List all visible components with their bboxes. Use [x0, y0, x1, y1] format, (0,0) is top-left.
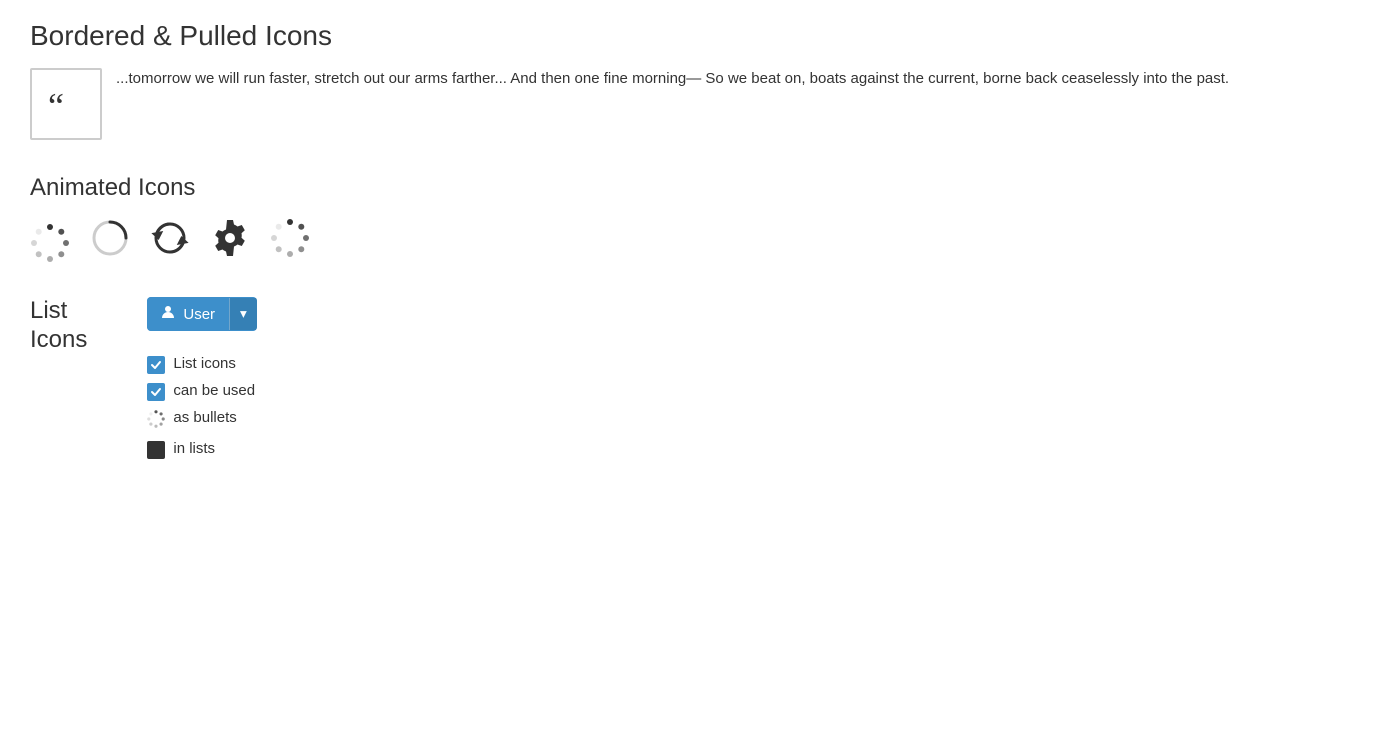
- checkbox-checked-icon-1: [147, 356, 165, 374]
- quote-bordered-icon: “: [30, 68, 102, 140]
- user-caret-button[interactable]: ▾: [229, 298, 257, 330]
- bordered-section-title: Bordered & Pulled Icons: [30, 20, 1366, 52]
- list-item-4: in lists: [147, 440, 256, 459]
- list-item-1: List icons: [147, 355, 256, 374]
- pulse-dots-icon: [270, 218, 310, 267]
- refresh-icon: [150, 218, 190, 267]
- list-item-3: as bullets: [147, 409, 256, 432]
- list-icons-section: ListIcons User ▾: [30, 297, 1366, 467]
- square-bullet-icon: [147, 441, 165, 459]
- pull-left-icon-wrapper: “: [30, 68, 102, 140]
- user-person-icon: [161, 305, 175, 323]
- spinner-dots-icon: [30, 223, 70, 263]
- list-content: User ▾ List icons: [147, 297, 256, 467]
- user-dropdown-button[interactable]: User ▾: [147, 297, 256, 331]
- animated-icons-row: [30, 218, 1366, 267]
- animated-section-title: Animated Icons: [30, 174, 1366, 202]
- svg-text:“: “: [48, 86, 64, 124]
- user-button-label: User: [183, 306, 215, 323]
- user-btn-main[interactable]: User: [147, 297, 229, 331]
- list-item-2: can be used: [147, 382, 256, 401]
- loading-circle-icon: [90, 218, 130, 267]
- bordered-pulled-section: Bordered & Pulled Icons “ ...tomorrow we…: [30, 20, 1366, 144]
- quote-icon: “: [46, 84, 86, 124]
- checkbox-checked-icon-2: [147, 383, 165, 401]
- list-section-container: ListIcons User ▾: [30, 297, 1366, 467]
- gear-icon: [210, 218, 250, 267]
- list-icons-title-wrapper: ListIcons: [30, 297, 87, 355]
- list-item-1-text: List icons: [173, 355, 236, 372]
- check-bullet-1: [147, 356, 165, 374]
- animated-icons-section: Animated Icons: [30, 174, 1366, 267]
- caret-down-icon: ▾: [240, 306, 247, 322]
- list-item-2-text: can be used: [173, 382, 255, 399]
- list-icons-title: ListIcons: [30, 297, 87, 355]
- list-item-4-text: in lists: [173, 440, 215, 457]
- list-items-ul: List icons can be used: [147, 355, 256, 467]
- quote-text: ...tomorrow we will run faster, stretch …: [116, 68, 1366, 91]
- check-bullet-2: [147, 383, 165, 401]
- square-bullet: [147, 441, 165, 459]
- spinner-bullet: [147, 410, 165, 432]
- list-item-3-text: as bullets: [173, 409, 236, 426]
